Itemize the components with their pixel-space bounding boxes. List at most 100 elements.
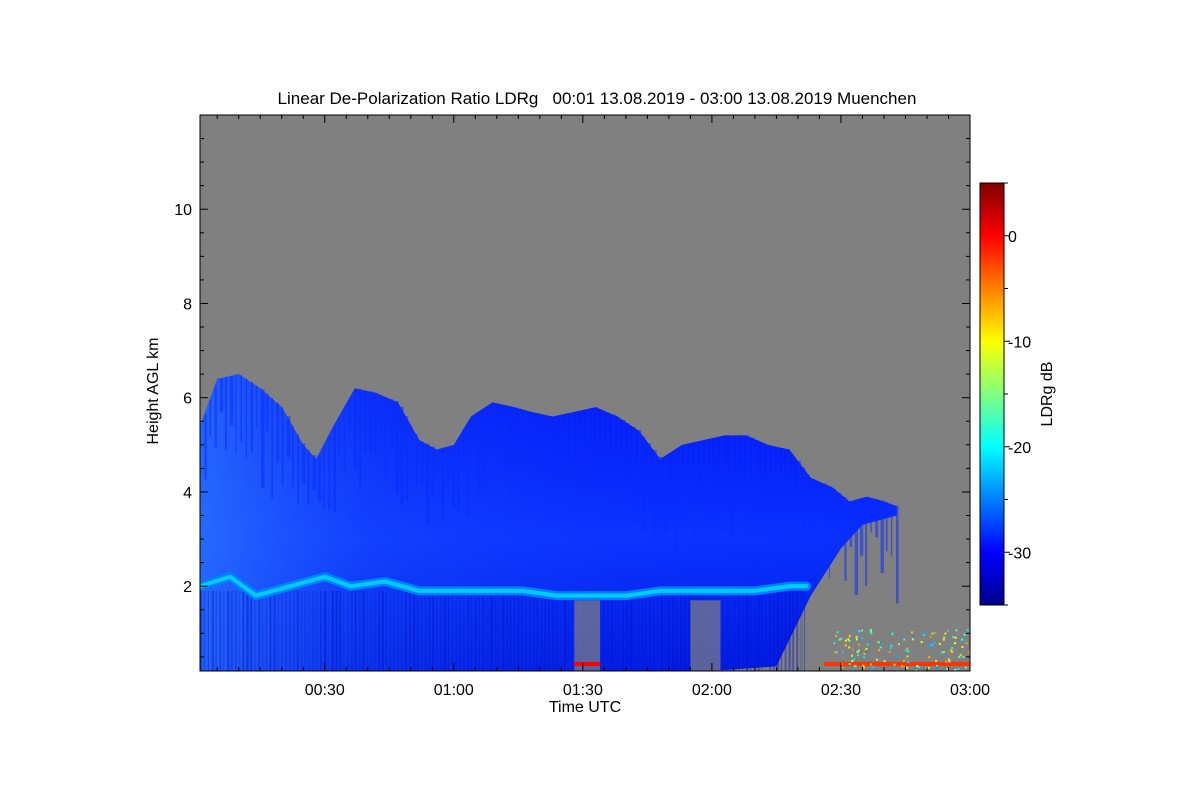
precip-streak [780, 590, 783, 671]
clutter-pixel [844, 644, 847, 647]
precip-streak [412, 590, 416, 671]
fallstreak [302, 443, 306, 484]
fallstreak [224, 377, 227, 450]
colorbar: 0 -10 -20 -30 LDRg dB [979, 182, 1056, 606]
clutter-pixel [889, 646, 892, 649]
precip-streak [308, 590, 311, 671]
clutter-pixel [869, 663, 872, 666]
clutter-pixel [863, 656, 866, 659]
precip-streak [757, 590, 760, 671]
clutter-pixel [876, 658, 879, 661]
clutter-pixel [954, 636, 957, 639]
fallstreak [715, 437, 717, 517]
colorbar-ticks: 0 -10 -20 -30 [1004, 182, 1031, 606]
precip-streak [525, 590, 527, 671]
clutter-pixel [888, 651, 891, 654]
clutter-pixel [964, 666, 967, 669]
precip-streak [289, 590, 291, 671]
precip-streak [656, 590, 659, 671]
precip-streak [370, 590, 372, 671]
fallstreak [865, 497, 868, 586]
precip-streak [242, 590, 245, 671]
precip-streak [738, 590, 740, 671]
clutter-pixel [948, 660, 951, 663]
fallstreak [787, 449, 790, 508]
clutter-pixel [951, 646, 954, 649]
x-tick-label: 01:00 [434, 682, 474, 699]
fallstreak [875, 499, 879, 538]
clutter-pixel [863, 652, 866, 655]
x-tick-label: 02:00 [692, 682, 732, 699]
precip-streak [501, 590, 505, 671]
precip-streak [486, 590, 489, 671]
fallstreak [643, 436, 646, 532]
fallstreak [756, 439, 759, 514]
clutter-pixel [961, 645, 964, 648]
precip-streak [629, 590, 633, 671]
precip-streak [478, 590, 480, 671]
precip-streak [753, 590, 756, 671]
fallstreak [245, 378, 247, 458]
precip-streak [556, 590, 559, 671]
fallstreak [586, 409, 590, 444]
clutter-pixel [911, 638, 914, 641]
precip-streak [440, 590, 442, 671]
precip-streak [467, 590, 470, 671]
precip-streak [459, 590, 461, 671]
clutter-pixel [857, 654, 860, 657]
fallstreak [534, 412, 537, 501]
fallstreak [415, 434, 418, 487]
fallstreak [674, 449, 677, 552]
clutter-pixel [922, 633, 925, 636]
fallstreak [766, 444, 770, 499]
fallstreak [379, 394, 382, 443]
clutter-pixel [904, 649, 907, 652]
fallstreak [637, 430, 642, 493]
fallstreak [581, 410, 584, 459]
fallstreak [632, 426, 636, 524]
fallstreak [823, 483, 827, 522]
fallstreak [426, 443, 430, 524]
clutter-pixel [931, 632, 934, 635]
clutter-pixel [936, 664, 939, 667]
precip-streak [652, 590, 656, 671]
fallstreak [689, 443, 692, 510]
precip-streak [354, 590, 357, 671]
chart-title: Linear De-Polarization Ratio LDRg 00:01 … [278, 89, 917, 108]
precip-streak [420, 590, 423, 671]
fallstreak [276, 402, 279, 463]
fallstreak [421, 441, 424, 486]
precip-streak [788, 590, 791, 671]
clutter-pixel [851, 654, 854, 657]
clutter-pixel [863, 666, 866, 669]
fallstreak [431, 446, 435, 496]
clutter-pixel [841, 651, 844, 654]
clutter-pixel [960, 638, 963, 641]
clutter-pixel [962, 655, 965, 658]
precip-streak [618, 590, 620, 671]
fallstreak [261, 389, 265, 489]
precip-streak [385, 590, 387, 671]
colorbar-gradient [979, 182, 1005, 606]
clutter-pixel [835, 634, 838, 637]
precip-streak [567, 590, 570, 671]
fallstreak [204, 414, 207, 480]
fallstreak [209, 400, 212, 438]
precip-streak [211, 590, 215, 671]
precip-streak [378, 590, 380, 671]
precip-streak [614, 590, 617, 671]
precip-streak [246, 590, 249, 671]
precip-streak [219, 590, 222, 671]
precip-streak [668, 590, 670, 671]
clutter-pixel [848, 646, 851, 649]
precip-streak [258, 590, 261, 671]
fallstreak [575, 411, 579, 494]
clutter-pixel [933, 641, 936, 644]
fallstreak [828, 485, 830, 579]
x-tick-label: 01:30 [563, 682, 603, 699]
fallstreak [441, 448, 444, 521]
clutter-pixel [851, 660, 854, 663]
clutter-pixel [901, 665, 904, 668]
fallstreak [317, 455, 322, 502]
clutter-pixel [869, 632, 872, 635]
